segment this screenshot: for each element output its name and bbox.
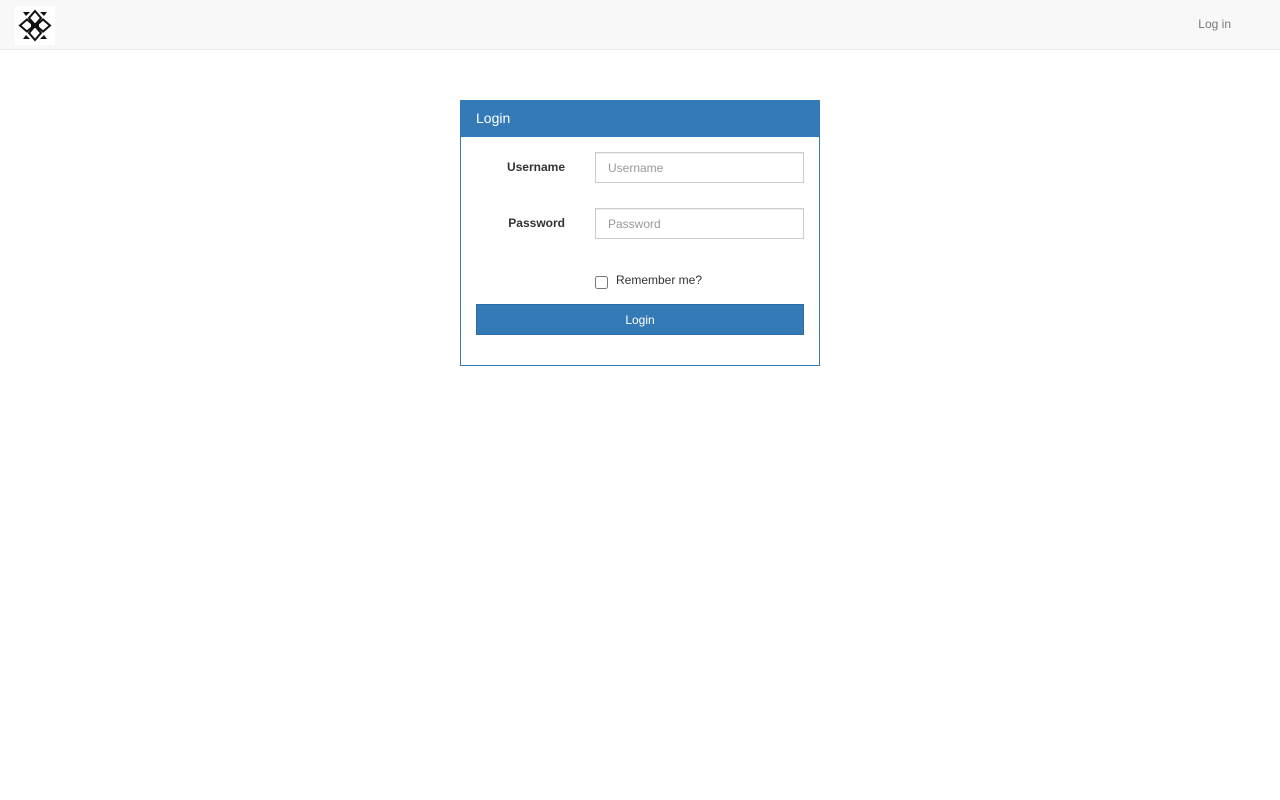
iatse-logo-icon: [15, 6, 55, 45]
top-navbar: Log in: [0, 0, 1280, 50]
username-input[interactable]: [595, 152, 804, 183]
username-label: Username: [506, 160, 565, 174]
password-label: Password: [508, 216, 565, 230]
login-submit-button[interactable]: Login: [476, 304, 804, 335]
panel-title: Login: [461, 101, 819, 137]
nav-login-link[interactable]: Log in: [1198, 17, 1231, 31]
brand-logo-link[interactable]: [15, 6, 55, 45]
login-panel: Login Username Password Remember me? Log…: [460, 100, 820, 366]
remember-me-checkbox[interactable]: [595, 276, 608, 289]
remember-me-label[interactable]: Remember me?: [616, 273, 702, 287]
password-input[interactable]: [595, 208, 804, 239]
